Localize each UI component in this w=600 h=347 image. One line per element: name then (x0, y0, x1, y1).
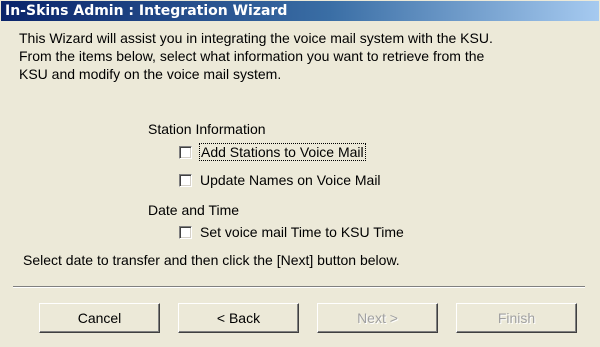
back-button-label: < Back (216, 310, 261, 326)
cancel-button-label: Cancel (77, 310, 122, 326)
wizard-window: In-Skins Admin : Integration Wizard This… (0, 0, 600, 347)
add-stations-label[interactable]: Add Stations to Voice Mail (199, 143, 366, 161)
update-names-option[interactable]: Update Names on Voice Mail (179, 171, 381, 189)
add-stations-checkbox[interactable] (179, 145, 192, 159)
set-time-label[interactable]: Set voice mail Time to KSU Time (200, 224, 404, 240)
instruction-text: Select date to transfer and then click t… (23, 252, 400, 268)
set-time-option[interactable]: Set voice mail Time to KSU Time (179, 223, 404, 241)
date-time-heading: Date and Time (148, 202, 240, 218)
update-names-label[interactable]: Update Names on Voice Mail (200, 172, 381, 188)
cancel-button[interactable]: Cancel (39, 303, 160, 333)
window-title: In-Skins Admin : Integration Wizard (1, 1, 599, 21)
intro-line-3: KSU and modify on the voice mail system. (19, 66, 282, 82)
intro-line-1: This Wizard will assist you in integrati… (19, 30, 493, 46)
back-button[interactable]: < Back (178, 303, 299, 333)
footer-divider (13, 286, 585, 288)
next-button-label: Next > (357, 310, 398, 326)
intro-text: This Wizard will assist you in integrati… (19, 29, 585, 83)
station-information-heading: Station Information (148, 121, 266, 137)
set-time-checkbox[interactable] (179, 225, 192, 239)
intro-line-2: From the items below, select what inform… (19, 48, 485, 64)
update-names-checkbox[interactable] (179, 173, 192, 187)
next-button[interactable]: Next > (317, 303, 438, 333)
finish-button[interactable]: Finish (456, 303, 577, 333)
add-stations-option[interactable]: Add Stations to Voice Mail (179, 143, 366, 161)
finish-button-label: Finish (497, 310, 536, 326)
